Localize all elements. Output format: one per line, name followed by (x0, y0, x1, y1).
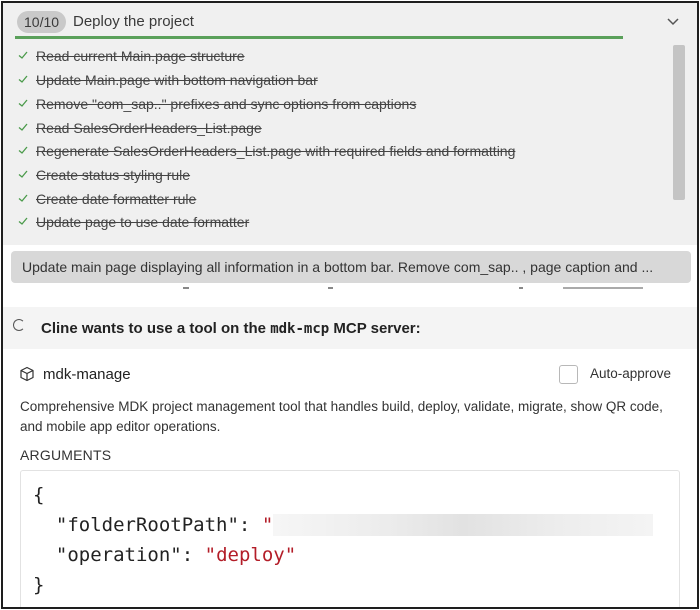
check-icon (18, 99, 28, 107)
redacted-value (273, 514, 654, 536)
tool-name: mdk-manage (43, 366, 131, 383)
scrolled-text-fragment (3, 285, 697, 293)
tool-description: Comprehensive MDK project management too… (20, 399, 663, 434)
check-icon (18, 75, 28, 83)
task-item: Create status styling rule (3, 164, 663, 186)
task-progress-fill (15, 36, 623, 39)
task-item-label: Read current Main.page structure (36, 48, 245, 64)
task-count-badge: 10/10 (17, 11, 67, 33)
check-icon (18, 217, 28, 225)
chevron-down-icon[interactable] (665, 13, 681, 29)
mcp-server-name: mdk-mcp (270, 321, 330, 337)
task-list-scrollbar[interactable] (673, 45, 685, 200)
code-line: "operation": "deploy" (55, 544, 297, 566)
task-summary-text: Update main page displaying all informat… (22, 259, 654, 275)
code-line: "folderRootPath": " (33, 513, 654, 537)
spinner-icon (13, 319, 25, 331)
task-item: Remove "com_sap.." prefixes and sync opt… (3, 93, 663, 115)
tool-card: mdk-manage Auto-approve Comprehensive MD… (3, 349, 697, 607)
check-icon (18, 170, 28, 178)
task-item-label: Update page to use date formatter (36, 214, 250, 230)
task-item-label: Regenerate SalesOrderHeaders_List.page w… (36, 143, 516, 159)
json-value: "deploy" (204, 544, 297, 566)
task-item-label: Create status styling rule (36, 167, 191, 183)
task-progress-bar (15, 36, 623, 39)
arguments-code-block: { "folderRootPath": " "operation": "depl… (20, 470, 680, 607)
cube-icon (20, 366, 34, 382)
arguments-label: ARGUMENTS (20, 447, 112, 463)
app-window: 10/10 Deploy the project Read current Ma… (1, 1, 699, 609)
check-icon (18, 123, 28, 131)
task-item: Update Main.page with bottom navigation … (3, 69, 663, 91)
json-key: "folderRootPath" (55, 514, 239, 536)
json-value: " (261, 514, 274, 536)
task-title: Deploy the project (73, 13, 194, 30)
task-item: Create date formatter rule (3, 188, 663, 210)
auto-approve-label[interactable]: Auto-approve (590, 366, 671, 381)
task-item: Regenerate SalesOrderHeaders_List.page w… (3, 140, 663, 162)
task-header[interactable]: 10/10 Deploy the project (3, 3, 697, 39)
check-icon (18, 146, 28, 154)
task-item: Update page to use date formatter (3, 211, 663, 233)
task-item: Read current Main.page structure (3, 45, 663, 67)
code-line: { (33, 484, 45, 506)
task-item-label: Update Main.page with bottom navigation … (36, 72, 318, 88)
json-key: "operation" (55, 544, 182, 566)
task-item-label: Remove "com_sap.." prefixes and sync opt… (36, 96, 417, 112)
tool-request-title: Cline wants to use a tool on the mdk-mcp… (41, 320, 421, 337)
task-summary-bar[interactable]: Update main page displaying all informat… (11, 251, 691, 283)
task-panel: 10/10 Deploy the project Read current Ma… (3, 3, 697, 245)
task-item-label: Create date formatter rule (36, 191, 197, 207)
task-item-label: Read SalesOrderHeaders_List.page (36, 120, 262, 136)
code-line: } (33, 574, 45, 596)
tool-request-header: Cline wants to use a tool on the mdk-mcp… (3, 307, 697, 349)
task-item: Read SalesOrderHeaders_List.page (3, 117, 663, 139)
check-icon (18, 194, 28, 202)
auto-approve-checkbox[interactable] (559, 365, 578, 384)
check-icon (18, 51, 28, 59)
